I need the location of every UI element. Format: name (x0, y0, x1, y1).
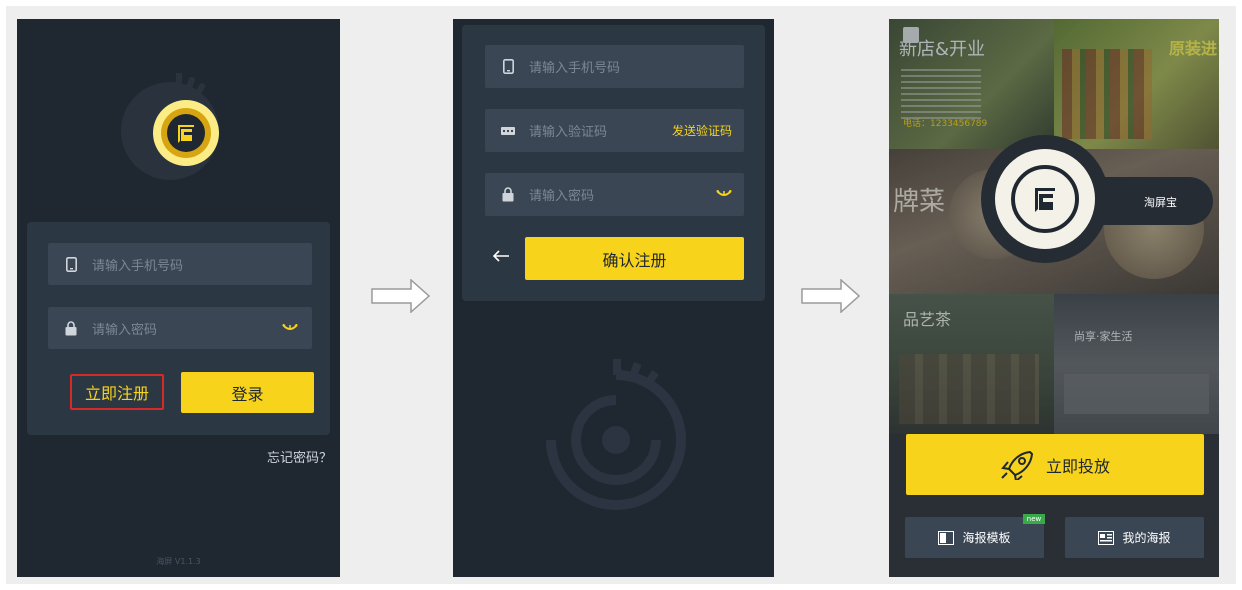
password-placeholder: 请输入密码 (92, 322, 158, 338)
phone-icon (501, 59, 515, 74)
send-code-button[interactable]: 发送验证码 (672, 122, 732, 139)
new-badge: new (1023, 514, 1045, 524)
back-arrow-icon[interactable] (492, 247, 510, 266)
login-screen: 请输入手机号码 请输入密码 立即注册 登录 忘记密码？ 海屏 V1.1.3 (17, 19, 340, 577)
poster-card-icon (1098, 530, 1115, 545)
verification-code-field[interactable]: 请输入验证码 发送验证码 (485, 109, 744, 152)
password-field[interactable]: 请输入密码 (48, 307, 312, 349)
phone-field[interactable]: 请输入手机号码 (485, 45, 744, 88)
flow-arrow-icon (371, 279, 431, 313)
phone-placeholder: 请输入手机号码 (92, 258, 184, 274)
rocket-icon (1000, 450, 1034, 480)
brand-label: 淘屏宝 (1144, 196, 1177, 209)
password-placeholder: 请输入密码 (529, 189, 595, 204)
lock-icon (64, 320, 78, 335)
phone-placeholder: 请输入手机号码 (529, 61, 621, 76)
login-button[interactable]: 登录 (181, 372, 314, 413)
watermark-logo-icon (546, 359, 686, 510)
lock-icon (501, 187, 515, 202)
eye-toggle-icon[interactable] (716, 187, 732, 202)
home-screen: 新店&开业 电话：1233456789 原装进 牌菜 品艺茶 尚享·家生活 淘屏… (889, 19, 1219, 577)
register-button[interactable]: 立即注册 (70, 374, 164, 410)
phone-icon (64, 256, 78, 272)
eye-toggle-icon[interactable] (282, 321, 298, 336)
app-logo-icon (121, 73, 219, 180)
login-form-panel: 请输入手机号码 请输入密码 立即注册 登录 (27, 222, 330, 435)
confirm-register-button[interactable]: 确认注册 (525, 237, 744, 280)
my-posters-label: 我的海报 (1122, 531, 1171, 545)
phone-field[interactable]: 请输入手机号码 (48, 243, 312, 285)
brand-logo-icon (981, 135, 1109, 263)
flow-arrow-icon (801, 279, 861, 313)
version-label: 海屏 V1.1.3 (156, 557, 201, 566)
register-screen: 请输入手机号码 请输入验证码 发送验证码 请输入密码 确认注册 (453, 19, 774, 577)
forgot-password-link[interactable]: 忘记密码？ (267, 447, 332, 466)
keypad-icon (501, 124, 515, 138)
my-posters-button[interactable]: 我的海报 (1065, 517, 1204, 558)
register-form-panel: 请输入手机号码 请输入验证码 发送验证码 请输入密码 确认注册 (462, 25, 765, 301)
code-placeholder: 请输入验证码 (529, 125, 608, 140)
template-label: 海报模板 (962, 531, 1011, 545)
publish-now-button[interactable]: 立即投放 (906, 434, 1204, 495)
template-icon (938, 530, 955, 545)
publish-label: 立即投放 (1045, 456, 1110, 476)
password-field[interactable]: 请输入密码 (485, 173, 744, 216)
